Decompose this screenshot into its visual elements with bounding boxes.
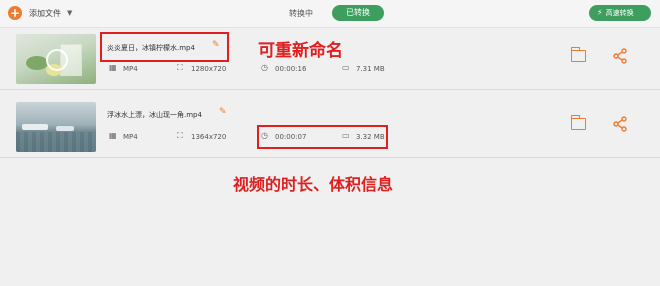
rename-highlight-box — [100, 32, 229, 62]
add-file-button[interactable]: 添加文件 — [29, 8, 61, 19]
info-annotation: 视频的时长、体积信息 — [233, 175, 394, 194]
share-icon[interactable] — [612, 48, 628, 64]
pencil-icon[interactable]: ✎ — [219, 107, 227, 117]
clock-icon: ◷ — [261, 63, 268, 72]
file-duration: 00:00:16 — [275, 65, 307, 73]
file-resolution: 1364x720 — [191, 133, 227, 141]
folder-icon[interactable] — [570, 115, 586, 130]
folder-icon[interactable] — [570, 47, 586, 62]
chevron-down-icon[interactable]: ▼ — [67, 9, 72, 17]
file-resolution: 1280x720 — [191, 65, 227, 73]
fast-convert-button[interactable]: ⚡ 高速转换 — [589, 5, 651, 21]
fast-convert-label: 高速转换 — [605, 9, 634, 17]
film-icon: ▦ — [109, 131, 117, 140]
video-thumbnail[interactable] — [16, 102, 96, 152]
resolution-icon: ⛶ — [177, 63, 183, 72]
add-file-icon[interactable]: + — [8, 6, 22, 20]
file-size-icon: ▭ — [342, 63, 350, 72]
film-icon: ▦ — [109, 63, 117, 72]
file-name: 浮冰水上漂，冰山现一角.mp4 — [107, 111, 202, 119]
tab-converted[interactable]: 已转换 — [332, 5, 384, 21]
file-size: 7.31 MB — [356, 65, 385, 73]
info-highlight-box — [257, 125, 388, 149]
file-format: MP4 — [123, 65, 138, 73]
video-thumbnail[interactable] — [16, 34, 96, 84]
play-icon[interactable] — [46, 49, 68, 71]
rename-annotation: 可重新命名 — [258, 41, 343, 61]
share-icon[interactable] — [612, 116, 628, 132]
lightning-icon: ⚡ — [597, 8, 603, 17]
resolution-icon: ⛶ — [177, 131, 183, 140]
file-format: MP4 — [123, 133, 138, 141]
toolbar: + 添加文件 ▼ 转换中 已转换 ⚡ 高速转换 — [0, 0, 660, 28]
tab-converting[interactable]: 转换中 — [289, 8, 313, 19]
